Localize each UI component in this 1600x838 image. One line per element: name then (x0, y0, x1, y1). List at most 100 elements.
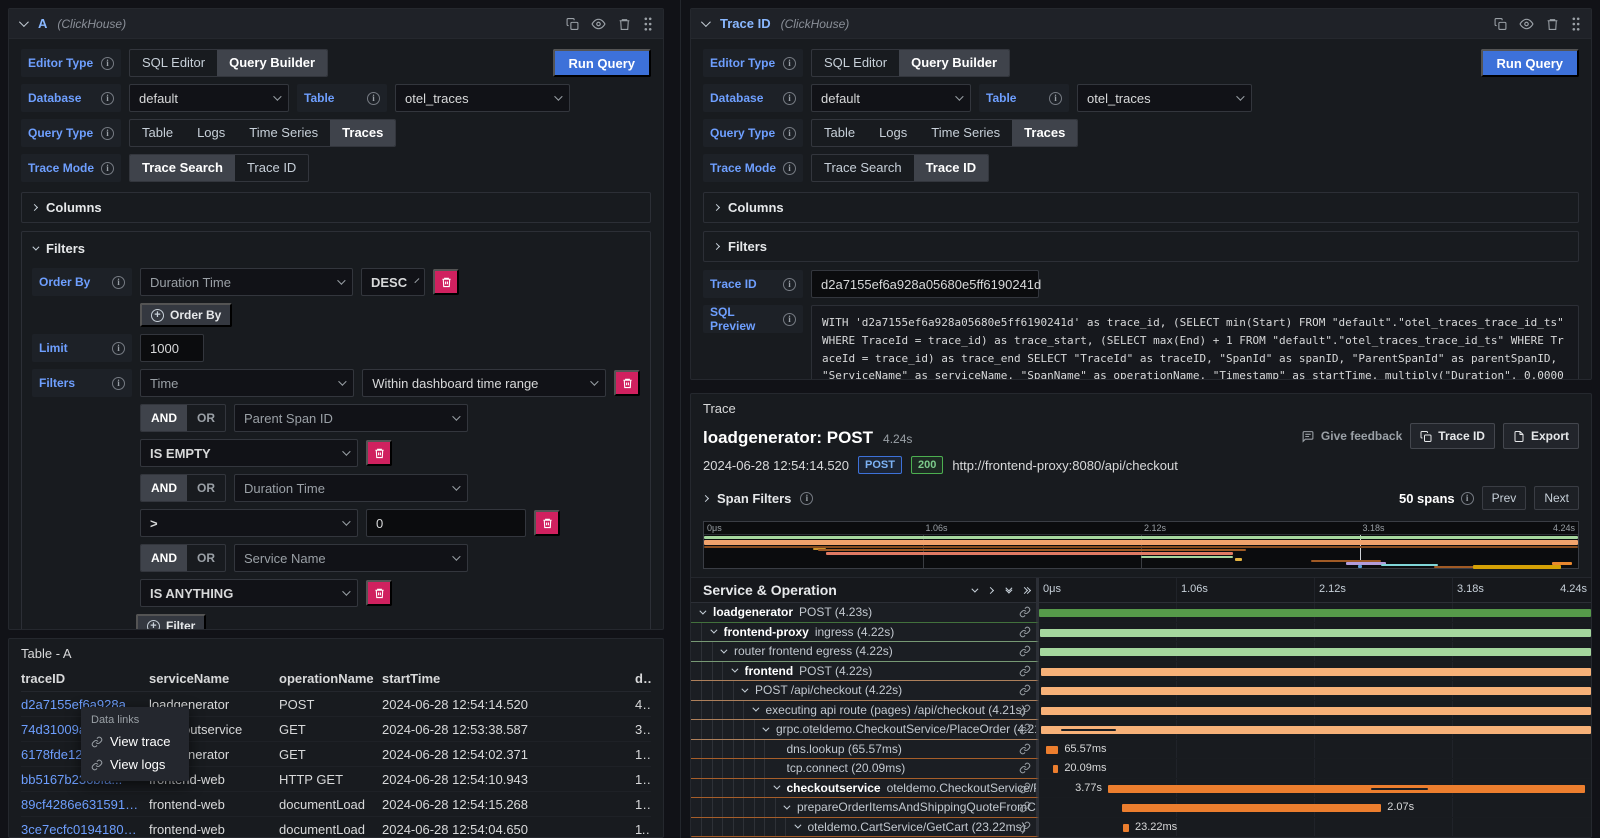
span-timeline-cell[interactable]: 3.77s (1039, 779, 1591, 799)
and-or-toggle[interactable]: ANDOR (140, 404, 226, 432)
span-collapse-icon[interactable] (794, 822, 801, 829)
filter-value-input[interactable]: 0 (366, 509, 526, 537)
chevron-right-icon[interactable] (702, 494, 709, 501)
columns-section-toggle[interactable]: Columns (703, 192, 1579, 223)
span-link-icon[interactable] (1019, 606, 1031, 621)
span-duration-bar[interactable] (1123, 824, 1129, 832)
query-row-header-trace[interactable]: Trace ID (ClickHouse) (691, 9, 1591, 39)
query-type-table[interactable]: Table (130, 120, 185, 146)
conjunction-or[interactable]: OR (187, 545, 225, 571)
hide-response-eye-icon[interactable] (591, 17, 606, 31)
filter-field-select[interactable]: Duration Time (234, 474, 468, 502)
span-row[interactable]: frontend-proxyingress (4.22s) (691, 623, 1591, 643)
span-timeline-cell[interactable] (1039, 603, 1591, 623)
span-link-icon[interactable] (1019, 723, 1031, 738)
span-link-icon[interactable] (1019, 684, 1031, 699)
give-feedback-button[interactable]: Give feedback (1301, 429, 1402, 443)
collapse-query-icon[interactable] (701, 17, 711, 27)
info-icon[interactable]: i (783, 92, 796, 105)
info-icon[interactable]: i (783, 57, 796, 70)
remove-filter-button[interactable] (366, 580, 392, 606)
trace-id-option[interactable]: Trace ID (914, 155, 989, 181)
span-name-cell[interactable]: POST /api/checkout (4.22s) (691, 681, 1039, 701)
trace-search-option[interactable]: Trace Search (812, 155, 914, 181)
span-duration-bar[interactable] (1122, 804, 1381, 812)
query-row-header-a[interactable]: A (ClickHouse) (9, 9, 663, 39)
query-type-toggle[interactable]: Table Logs Time Series Traces (811, 119, 1078, 147)
drag-handle-icon[interactable] (643, 17, 653, 31)
span-link-icon[interactable] (1019, 704, 1031, 719)
query-type-toggle[interactable]: Table Logs Time Series Traces (129, 119, 396, 147)
conjunction-or[interactable]: OR (187, 405, 225, 431)
span-filters-toggle[interactable]: Span Filters (717, 491, 791, 506)
drag-handle-icon[interactable] (1571, 17, 1581, 31)
editor-type-toggle[interactable]: SQL Editor Query Builder (129, 49, 328, 77)
span-timeline-cell[interactable] (1039, 701, 1591, 721)
column-header-startTime[interactable]: startTime (382, 671, 635, 686)
filter-operator-select[interactable]: > (140, 509, 358, 537)
span-timeline-cell[interactable] (1039, 681, 1591, 701)
query-type-logs[interactable]: Logs (867, 120, 919, 146)
span-link-icon[interactable] (1019, 626, 1031, 641)
remove-filter-button[interactable] (614, 370, 640, 396)
info-icon[interactable]: i (101, 57, 114, 70)
database-select[interactable]: default (129, 84, 289, 112)
hide-response-eye-icon[interactable] (1519, 17, 1534, 31)
filter-field-select[interactable]: Service Name (234, 544, 468, 572)
span-link-icon[interactable] (1019, 762, 1031, 777)
query-builder-option[interactable]: Query Builder (217, 50, 327, 76)
span-timeline-cell[interactable] (1039, 720, 1591, 740)
span-duration-bar[interactable] (1046, 746, 1059, 754)
span-timeline-cell[interactable]: 20.09ms (1039, 759, 1591, 779)
filters-section-toggle[interactable]: Filters (32, 241, 640, 256)
column-header-duration[interactable]: duration (635, 671, 651, 686)
span-timeline-cell[interactable] (1039, 662, 1591, 682)
columns-section-toggle[interactable]: Columns (21, 192, 651, 223)
span-timeline-cell[interactable]: 23.22ms (1039, 818, 1591, 838)
span-name-cell[interactable]: executing api route (pages) /api/checkou… (691, 701, 1039, 721)
trace-minimap[interactable]: 0μs1.06s2.12s3.18s4.24s (703, 521, 1579, 569)
conjunction-or[interactable]: OR (187, 475, 225, 501)
span-row[interactable]: checkoutserviceoteldemo.CheckoutService/… (691, 779, 1591, 799)
filter-operator-select[interactable]: IS EMPTY (140, 439, 358, 467)
filter-operator-select[interactable]: IS ANYTHING (140, 579, 358, 607)
span-name-cell[interactable]: tcp.connect (20.09ms) (691, 759, 1039, 779)
conjunction-and[interactable]: AND (141, 475, 187, 501)
order-by-field-select[interactable]: Duration Time (140, 268, 353, 296)
span-name-cell[interactable]: frontend-proxyingress (4.22s) (691, 623, 1039, 643)
info-icon[interactable]: i (112, 276, 125, 289)
order-by-direction-select[interactable]: DESC (361, 268, 425, 296)
span-duration-bar[interactable] (1108, 785, 1585, 793)
view-logs-link[interactable]: View logs (91, 757, 179, 772)
span-link-icon[interactable] (1019, 821, 1031, 836)
span-collapse-icon[interactable] (699, 607, 706, 614)
span-collapse-icon[interactable] (783, 802, 790, 809)
span-duration-bar[interactable] (1041, 707, 1591, 715)
span-duration-bar[interactable] (1041, 687, 1591, 695)
info-icon[interactable]: i (367, 92, 380, 105)
sql-editor-option[interactable]: SQL Editor (812, 50, 899, 76)
run-query-button[interactable]: Run Query (553, 49, 651, 77)
info-icon[interactable]: i (112, 377, 125, 390)
copy-query-icon[interactable] (566, 17, 579, 31)
collapse-query-icon[interactable] (19, 17, 29, 27)
export-button[interactable]: Export (1503, 423, 1579, 449)
span-collapse-icon[interactable] (741, 685, 748, 692)
info-icon[interactable]: i (101, 162, 114, 175)
span-link-icon[interactable] (1019, 743, 1031, 758)
span-name-cell[interactable]: frontendPOST (4.22s) (691, 662, 1039, 682)
span-duration-bar[interactable] (1041, 726, 1590, 734)
query-builder-option[interactable]: Query Builder (899, 50, 1009, 76)
table-row[interactable]: 3ce7ecfc01941806c...frontend-webdocument… (21, 817, 651, 838)
span-duration-bar[interactable] (1039, 609, 1591, 617)
span-row[interactable]: oteldemo.CartService/GetCart (23.22ms)23… (691, 818, 1591, 838)
sql-editor-option[interactable]: SQL Editor (130, 50, 217, 76)
span-duration-bar[interactable] (1041, 668, 1591, 676)
span-name-cell[interactable]: router frontend egress (4.22s) (691, 642, 1039, 662)
span-row[interactable]: prepareOrderItemsAndShippingQuoteFromCar… (691, 798, 1591, 818)
conjunction-and[interactable]: AND (141, 405, 187, 431)
span-collapse-icon[interactable] (710, 627, 717, 634)
query-type-timeseries[interactable]: Time Series (919, 120, 1012, 146)
span-duration-bar[interactable] (1053, 765, 1058, 773)
table-row[interactable]: 89cf4286e631591b4...frontend-webdocument… (21, 792, 651, 817)
